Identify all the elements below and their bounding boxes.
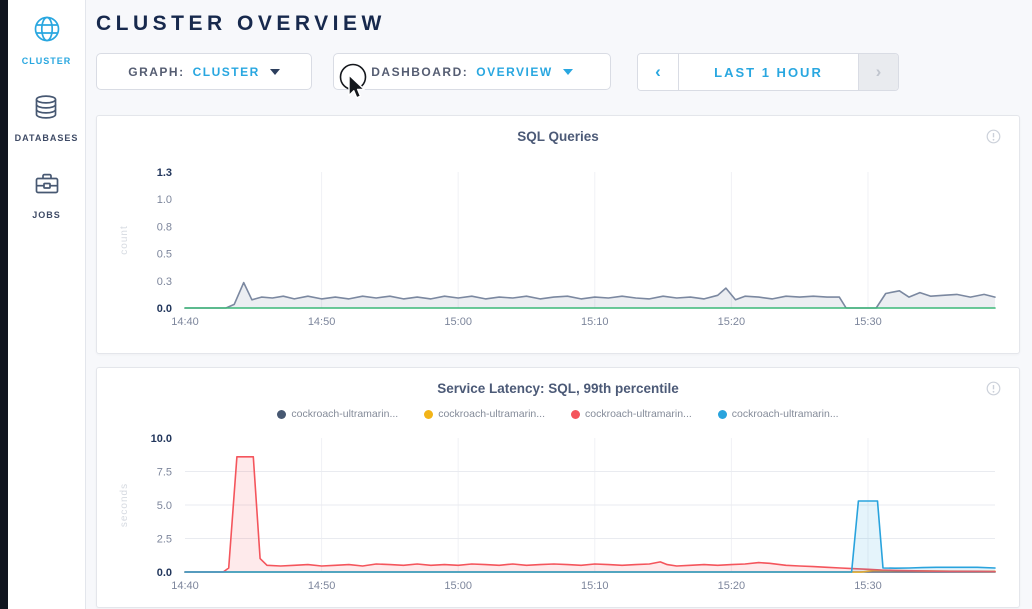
svg-text:14:50: 14:50 — [308, 316, 336, 328]
graph-dropdown[interactable]: GRAPH: CLUSTER — [96, 53, 312, 90]
sidebar-item-label: DATABASES — [15, 133, 79, 143]
svg-text:7.5: 7.5 — [157, 467, 172, 479]
svg-text:5.0: 5.0 — [157, 500, 172, 512]
svg-text:count: count — [119, 225, 130, 254]
svg-text:2.5: 2.5 — [157, 534, 172, 546]
legend-item[interactable]: cockroach-ultramarin... — [718, 408, 839, 420]
chart-title: Service Latency: SQL, 99th percentile — [437, 381, 679, 396]
svg-text:seconds: seconds — [119, 483, 130, 527]
sidebar: CLUSTER DATABASES JOBS — [8, 0, 86, 609]
sql-queries-chart-card: SQL Queries 0.0 0.3 0.5 0.8 1.0 1.3 14:40 14:50… — [96, 115, 1020, 354]
svg-text:0.0: 0.0 — [157, 567, 172, 579]
sidebar-item-databases[interactable]: DATABASES — [15, 92, 79, 143]
time-prev-button[interactable]: ‹ — [638, 54, 678, 90]
legend-item[interactable]: cockroach-ultramarin... — [571, 408, 692, 420]
graph-dropdown-label: GRAPH: — [128, 65, 184, 79]
svg-text:10.0: 10.0 — [151, 433, 172, 445]
legend-item[interactable]: cockroach-ultramarin... — [424, 408, 545, 420]
svg-text:15:00: 15:00 — [444, 316, 472, 328]
sql-queries-chart: 0.0 0.3 0.5 0.8 1.0 1.3 14:40 14:50 15:00 15:10 15… — [113, 150, 1003, 347]
svg-text:15:30: 15:30 — [854, 580, 882, 592]
svg-text:15:10: 15:10 — [581, 316, 609, 328]
chevron-down-icon — [563, 69, 573, 75]
svg-text:0.0: 0.0 — [157, 303, 172, 315]
svg-text:14:40: 14:40 — [171, 316, 199, 328]
svg-text:0.3: 0.3 — [157, 276, 172, 288]
svg-text:14:50: 14:50 — [308, 580, 336, 592]
legend-label: cockroach-ultramarin... — [291, 408, 398, 420]
sidebar-item-label: JOBS — [32, 210, 61, 220]
page-title: CLUSTER OVERVIEW — [96, 12, 1020, 36]
chevron-down-icon — [270, 69, 280, 75]
legend-label: cockroach-ultramarin... — [585, 408, 692, 420]
globe-icon — [31, 13, 63, 50]
svg-text:1.3: 1.3 — [157, 167, 172, 179]
legend-label: cockroach-ultramarin... — [732, 408, 839, 420]
database-icon — [31, 92, 61, 127]
sidebar-item-label: CLUSTER — [22, 56, 72, 66]
legend-dot-icon — [718, 410, 727, 419]
time-range-selector: ‹ LAST 1 HOUR › — [637, 53, 899, 91]
info-icon[interactable] — [986, 129, 1001, 149]
svg-text:15:00: 15:00 — [444, 580, 472, 592]
svg-text:0.5: 0.5 — [157, 249, 172, 261]
dashboard-dropdown[interactable]: DASHBOARD: OVERVIEW — [333, 53, 611, 90]
graph-dropdown-value: CLUSTER — [193, 65, 260, 79]
service-latency-chart-card: Service Latency: SQL, 99th percentile co… — [96, 367, 1020, 608]
time-next-button[interactable]: › — [858, 54, 898, 90]
svg-text:14:40: 14:40 — [171, 580, 199, 592]
legend-dot-icon — [424, 410, 433, 419]
legend-item[interactable]: cockroach-ultramarin... — [277, 408, 398, 420]
left-edge-strip — [0, 0, 8, 609]
legend-dot-icon — [277, 410, 286, 419]
chart-title: SQL Queries — [517, 129, 599, 144]
svg-text:15:30: 15:30 — [854, 316, 882, 328]
svg-text:0.8: 0.8 — [157, 221, 172, 233]
svg-text:15:10: 15:10 — [581, 580, 609, 592]
time-range-label[interactable]: LAST 1 HOUR — [678, 54, 858, 90]
info-icon[interactable] — [986, 381, 1001, 401]
svg-text:15:20: 15:20 — [718, 580, 746, 592]
briefcase-icon — [32, 169, 62, 204]
dashboard-dropdown-value: OVERVIEW — [476, 65, 552, 79]
svg-text:15:20: 15:20 — [718, 316, 746, 328]
controls-bar: GRAPH: CLUSTER DASHBOARD: OVERVIEW ‹ LAS… — [96, 53, 1020, 91]
chart-legend: cockroach-ultramarin... cockroach-ultrama… — [113, 404, 1003, 424]
dashboard-dropdown-label: DASHBOARD: — [371, 65, 468, 79]
main-content: CLUSTER OVERVIEW GRAPH: CLUSTER DASHBOAR… — [86, 0, 1032, 609]
svg-text:1.0: 1.0 — [157, 194, 172, 206]
legend-dot-icon — [571, 410, 580, 419]
service-latency-chart: 0.0 2.5 5.0 7.5 10.0 14:40 14:50 15:00 15:10 15:2… — [113, 424, 1003, 601]
sidebar-item-jobs[interactable]: JOBS — [32, 169, 62, 220]
legend-label: cockroach-ultramarin... — [438, 408, 545, 420]
sidebar-item-cluster[interactable]: CLUSTER — [22, 13, 72, 66]
